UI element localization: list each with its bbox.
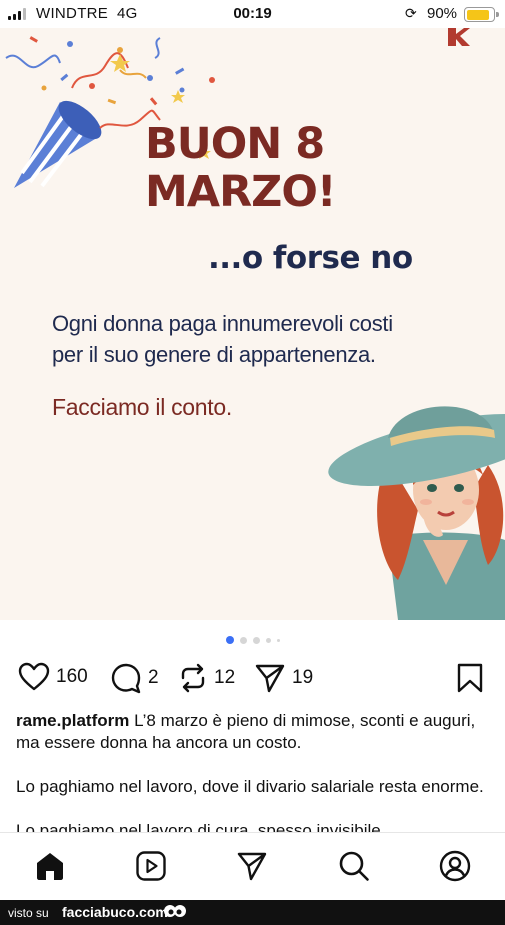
brand-logo xyxy=(448,28,470,46)
repost-button[interactable]: 12 xyxy=(178,662,235,694)
watermark-prefix: visto su xyxy=(8,906,49,920)
post-subhead: ...o forse no xyxy=(208,240,413,276)
profile-icon xyxy=(439,850,471,882)
nav-profile[interactable] xyxy=(439,850,471,887)
battery-percent: 90% xyxy=(427,5,458,22)
post-headline: BUON 8 MARZO! xyxy=(145,119,337,217)
messages-icon xyxy=(237,852,267,881)
search-icon xyxy=(339,851,369,881)
comment-count: 2 xyxy=(148,667,159,688)
carousel-indicator xyxy=(0,636,505,644)
comment-icon xyxy=(111,663,141,694)
save-button[interactable] xyxy=(456,663,484,693)
carousel-dot xyxy=(239,636,247,644)
watermark-eyes-logo xyxy=(164,905,186,917)
battery-icon xyxy=(464,7,499,22)
nav-search[interactable] xyxy=(338,850,370,887)
post-actions: 160 2 12 19 xyxy=(0,660,505,700)
watermark-site: facciabuco.com xyxy=(62,904,168,920)
repost-count: 12 xyxy=(214,667,236,688)
woman-in-hat-illustration xyxy=(328,406,505,620)
bottom-navigation xyxy=(0,832,505,900)
home-icon xyxy=(37,853,63,880)
post-image[interactable]: BUON 8 MARZO! ...o forse no Ogni donna p… xyxy=(0,28,505,620)
post-cta-text: Facciamo il conto. xyxy=(52,394,232,420)
carousel-dot xyxy=(252,636,260,644)
nav-messages[interactable] xyxy=(236,850,268,887)
nav-reels[interactable] xyxy=(135,850,167,887)
share-count: 19 xyxy=(292,667,314,688)
share-button[interactable]: 19 xyxy=(254,662,313,694)
post-body-text: Ogni donna paga innumerevoli costi per i… xyxy=(52,311,393,367)
carousel-dot xyxy=(265,637,271,643)
nav-home[interactable] xyxy=(34,850,66,887)
watermark-bar: visto su facciabuco.com xyxy=(0,900,505,925)
like-button[interactable]: 160 xyxy=(18,662,88,692)
carousel-dot xyxy=(225,636,234,644)
send-icon xyxy=(255,664,285,693)
reels-icon xyxy=(136,851,166,881)
bookmark-icon xyxy=(457,663,483,693)
repost-icon xyxy=(181,663,205,693)
carousel-dot xyxy=(276,638,280,642)
caption-paragraph: Lo paghiamo nel lavoro, dove il divario … xyxy=(16,777,484,796)
rotation-lock-icon: ⟳ xyxy=(405,5,417,21)
caption-username[interactable]: rame.platform xyxy=(16,711,129,730)
comment-button[interactable]: 2 xyxy=(110,662,159,694)
like-count: 160 xyxy=(56,666,88,687)
heart-icon xyxy=(18,662,50,691)
status-bar: WINDTRE 4G 00:19 ⟳ 90% xyxy=(0,0,505,28)
